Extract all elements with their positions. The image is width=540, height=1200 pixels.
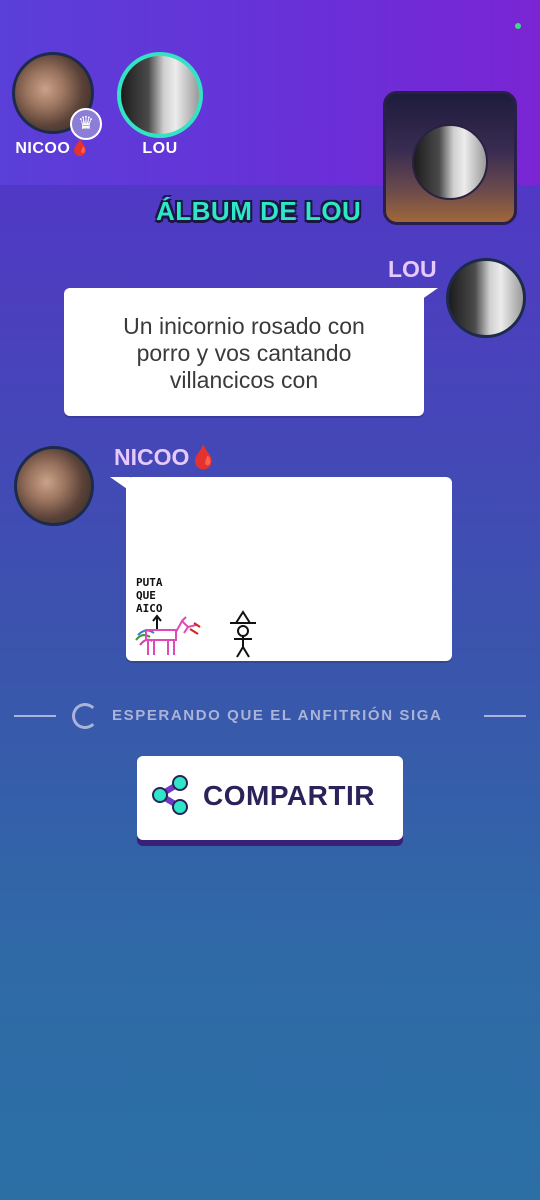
message-text-line: porro y vos cantando [136,340,352,366]
player-name: NICOO🩸 [15,140,91,157]
drawing-canvas: PUTA QUE AICO [135,576,256,658]
unicorn-drawing [135,616,201,655]
message-author: NICOO🩸 [114,444,219,470]
online-indicator [515,23,521,29]
avatar [446,258,526,338]
avatar [14,446,94,526]
message-text-line: villancicos con [169,367,319,393]
player-lou[interactable]: LOU [110,52,210,158]
divider [14,715,56,717]
drawing-text: AICO [136,602,163,615]
page-title: ÁLBUM DE LOU [156,196,362,226]
drawing-text: PUTA [136,576,163,589]
drawing-bubble: PUTA QUE AICO [126,477,452,661]
stick-figure-drawing [230,610,256,658]
player-name: LOU [142,140,178,157]
avatar [117,52,203,138]
crown-icon: ♛ [70,108,102,140]
drawing-text: QUE [136,589,156,602]
avatar [412,124,488,200]
waiting-status: ESPERANDO QUE EL ANFITRIÓN SIGA [14,702,526,730]
share-button[interactable]: COMPARTIR [137,756,403,840]
message-bubble: Un inicornio rosado con porro y vos cant… [64,288,424,416]
player-nicoo[interactable]: NICOO🩸 [3,52,103,158]
share-icon [152,775,188,815]
message-author: LOU [388,256,437,282]
current-player-card [383,91,517,225]
waiting-text: ESPERANDO QUE EL ANFITRIÓN SIGA [112,707,443,724]
loading-spinner-icon [72,703,98,729]
divider [484,715,526,717]
share-button-label: COMPARTIR [203,780,375,811]
message-text-line: Un inicornio rosado con [123,313,365,339]
